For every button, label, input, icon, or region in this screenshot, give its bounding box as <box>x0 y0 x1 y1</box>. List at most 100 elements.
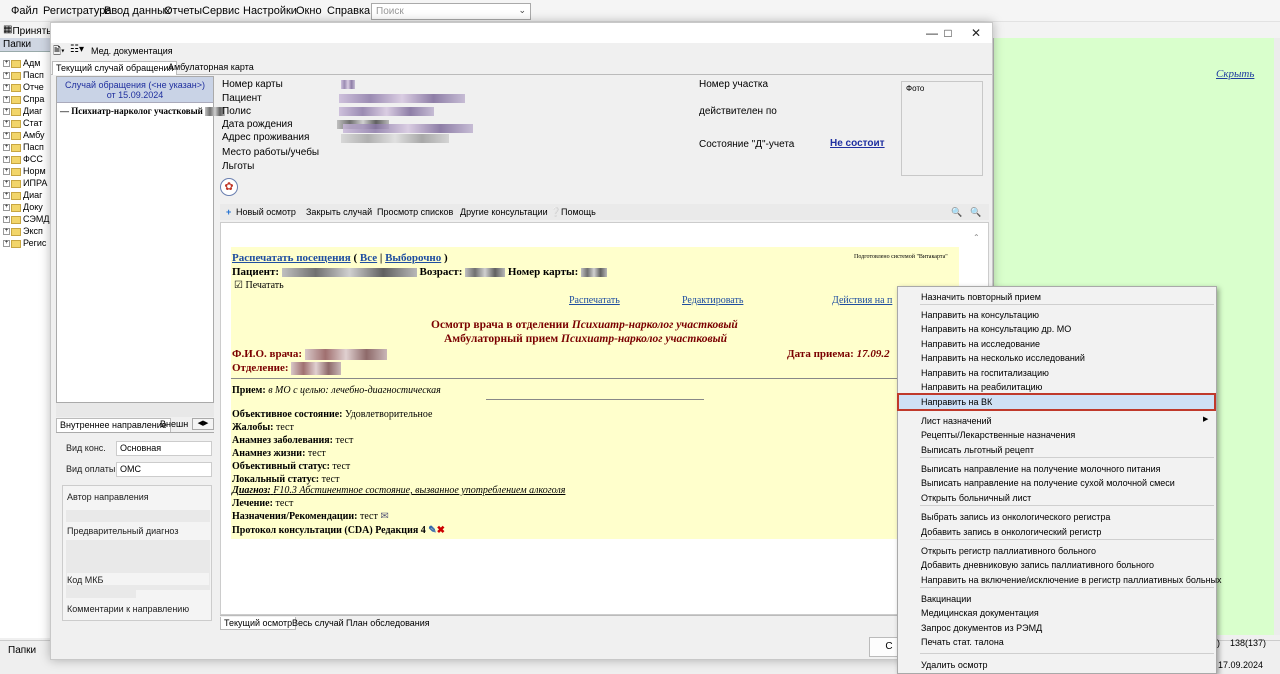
context-menu-item[interactable]: Выписать направление на получение сухой … <box>899 476 1215 490</box>
attachment-icon[interactable]: ✉ <box>380 511 388 522</box>
context-menu-item[interactable]: Направить на консультацию др. МО <box>899 322 1215 336</box>
expand-icon[interactable]: + <box>3 72 10 80</box>
expand-icon[interactable]: + <box>3 60 10 68</box>
expand-icon[interactable]: + <box>3 84 10 92</box>
tree-icon[interactable]: ☷▾ <box>70 44 84 55</box>
vid-kons-field[interactable]: Основная <box>116 441 212 456</box>
expand-icon[interactable]: + <box>3 192 10 200</box>
doc-icon[interactable]: 🗎▾ <box>53 44 65 61</box>
case-item[interactable]: Случай обращения (<не указан>) от 15.09.… <box>57 77 213 103</box>
author-field[interactable] <box>66 510 210 522</box>
expand-icon[interactable]: + <box>3 108 10 116</box>
tab-scroll-arrows[interactable]: ◀▶ <box>192 418 214 430</box>
context-menu-item[interactable]: Выписать льготный рецепт <box>899 443 1215 457</box>
folder-item[interactable]: + Диаг <box>0 106 52 118</box>
hide-link[interactable]: Скрыть <box>1216 68 1254 80</box>
context-menu-item[interactable]: Направить на консультацию <box>899 308 1215 322</box>
context-menu-item[interactable]: Направить на несколько исследований <box>899 351 1215 365</box>
print-checkbox[interactable]: ☑ Печатать <box>234 280 284 291</box>
edit-link[interactable]: Редактировать <box>682 295 743 306</box>
vid-oplaty-field[interactable]: ОМС <box>116 462 212 477</box>
context-menu-item[interactable]: Выбрать запись из онкологического регист… <box>899 510 1215 524</box>
accept-button[interactable]: ▦ Принять <box>3 24 52 37</box>
context-menu-item[interactable]: Направить на ВК <box>899 395 1215 409</box>
help-button[interactable]: Помощь <box>561 207 596 217</box>
context-menu-item[interactable]: Медицинская документация <box>899 606 1215 620</box>
context-menu-item[interactable]: Лист назначений <box>899 414 1215 428</box>
maximize-button[interactable]: □ <box>934 25 962 41</box>
zoom-out-icon[interactable]: 🔍 <box>970 207 981 218</box>
expand-icon[interactable]: + <box>3 168 10 176</box>
context-menu-item[interactable]: Рецепты/Лекарственные назначения <box>899 428 1215 442</box>
tree-hscroll[interactable] <box>56 403 214 417</box>
actions-link[interactable]: Действия на п <box>832 295 892 306</box>
selected-link[interactable]: Выборочно <box>385 252 441 264</box>
delete-icon[interactable]: ✖ <box>437 525 445 536</box>
expand-icon[interactable]: + <box>3 228 10 236</box>
context-menu-item[interactable]: Открыть регистр паллиативного больного <box>899 544 1215 558</box>
context-menu-item[interactable]: Вакцинации <box>899 592 1215 606</box>
doctor-node[interactable]: — Психиатр-нарколог участковый <box>60 106 226 117</box>
close-case-button[interactable]: Закрыть случай <box>306 207 372 217</box>
menu-data-entry[interactable]: Ввод данных <box>104 5 171 17</box>
menu-settings[interactable]: Настройки <box>243 5 297 17</box>
folder-item[interactable]: + Диаг <box>0 190 52 202</box>
context-menu-item[interactable]: Назначить повторный прием <box>899 290 1215 304</box>
close-button[interactable]: ✕ <box>962 25 990 41</box>
toolbar-label[interactable]: Мед. документация <box>91 46 173 56</box>
edit-icon[interactable]: ✎ <box>428 525 436 536</box>
scroll-up-icon[interactable]: ⌃ <box>973 233 980 242</box>
context-menu-item[interactable]: Направить на реабилитацию <box>899 380 1215 394</box>
other-consultations-button[interactable]: Другие консультации <box>460 207 548 217</box>
tab-current-case[interactable]: Текущий случай обращения <box>52 61 178 75</box>
print-visits-link[interactable]: Распечатать посещения <box>232 252 351 264</box>
context-menu-item[interactable]: Направить на включение/исключение в реги… <box>899 573 1222 587</box>
chevron-down-icon[interactable]: ⌄ <box>518 5 526 16</box>
zoom-in-icon[interactable]: 🔍 <box>951 207 962 218</box>
context-menu-item[interactable]: Печать стат. талона <box>899 635 1215 649</box>
folder-item[interactable]: + Адм <box>0 58 52 70</box>
menu-window[interactable]: Окно <box>296 5 322 17</box>
folder-item[interactable]: + Амбу <box>0 130 52 142</box>
lungs-icon[interactable]: ✿ <box>220 178 238 196</box>
folder-item[interactable]: + Эксп <box>0 226 52 238</box>
context-menu-item[interactable]: Открыть больничный лист <box>899 491 1215 505</box>
tab-whole-case[interactable]: Весь случай <box>289 617 347 629</box>
d-state-link[interactable]: Не состоит <box>830 138 885 149</box>
expand-icon[interactable]: + <box>3 120 10 128</box>
folder-item[interactable]: + СЭМД <box>0 214 52 226</box>
tab-current-exam[interactable]: Текущий осмотр <box>220 617 297 630</box>
print-link[interactable]: Распечатать <box>569 295 620 306</box>
expand-icon[interactable]: + <box>3 144 10 152</box>
menu-service[interactable]: Сервис <box>202 5 240 17</box>
menu-registry[interactable]: Регистратура <box>43 5 111 17</box>
folder-item[interactable]: + Отче <box>0 82 52 94</box>
folder-item[interactable]: + Спра <box>0 94 52 106</box>
expand-icon[interactable]: + <box>3 96 10 104</box>
expand-icon[interactable]: + <box>3 180 10 188</box>
expand-icon[interactable]: + <box>3 156 10 164</box>
context-menu-item[interactable]: Направить на исследование <box>899 337 1215 351</box>
folder-item[interactable]: + ИПРА <box>0 178 52 190</box>
new-exam-button[interactable]: Новый осмотр <box>236 207 296 217</box>
context-menu-item[interactable]: Удалить осмотр <box>899 658 1215 672</box>
tab-internal-referral[interactable]: Внутреннее направление <box>56 418 171 432</box>
menu-help[interactable]: Справка <box>327 5 370 17</box>
context-menu-item[interactable]: Выписать направление на получение молочн… <box>899 462 1215 476</box>
mkb-field[interactable] <box>66 586 136 598</box>
expand-icon[interactable]: + <box>3 204 10 212</box>
folder-item[interactable]: + Норм <box>0 166 52 178</box>
context-menu-item[interactable]: Добавить запись в онкологический регистр <box>899 525 1215 539</box>
tab-exam-plan[interactable]: План обследования <box>343 617 433 629</box>
context-menu-item[interactable]: Запрос документов из РЭМД <box>899 621 1215 635</box>
view-lists-button[interactable]: Просмотр списков <box>377 207 453 217</box>
tab-external-referral[interactable]: Внешн <box>157 418 191 432</box>
folders-bottom-tab[interactable]: Папки <box>8 645 36 656</box>
folder-item[interactable]: + Пасп <box>0 142 52 154</box>
all-link[interactable]: Все <box>360 252 377 264</box>
menu-file[interactable]: Файл <box>11 5 38 17</box>
menu-reports[interactable]: Отчеты <box>164 5 202 17</box>
expand-icon[interactable]: + <box>3 240 10 248</box>
folder-item[interactable]: + Стат <box>0 118 52 130</box>
expand-icon[interactable]: + <box>3 132 10 140</box>
